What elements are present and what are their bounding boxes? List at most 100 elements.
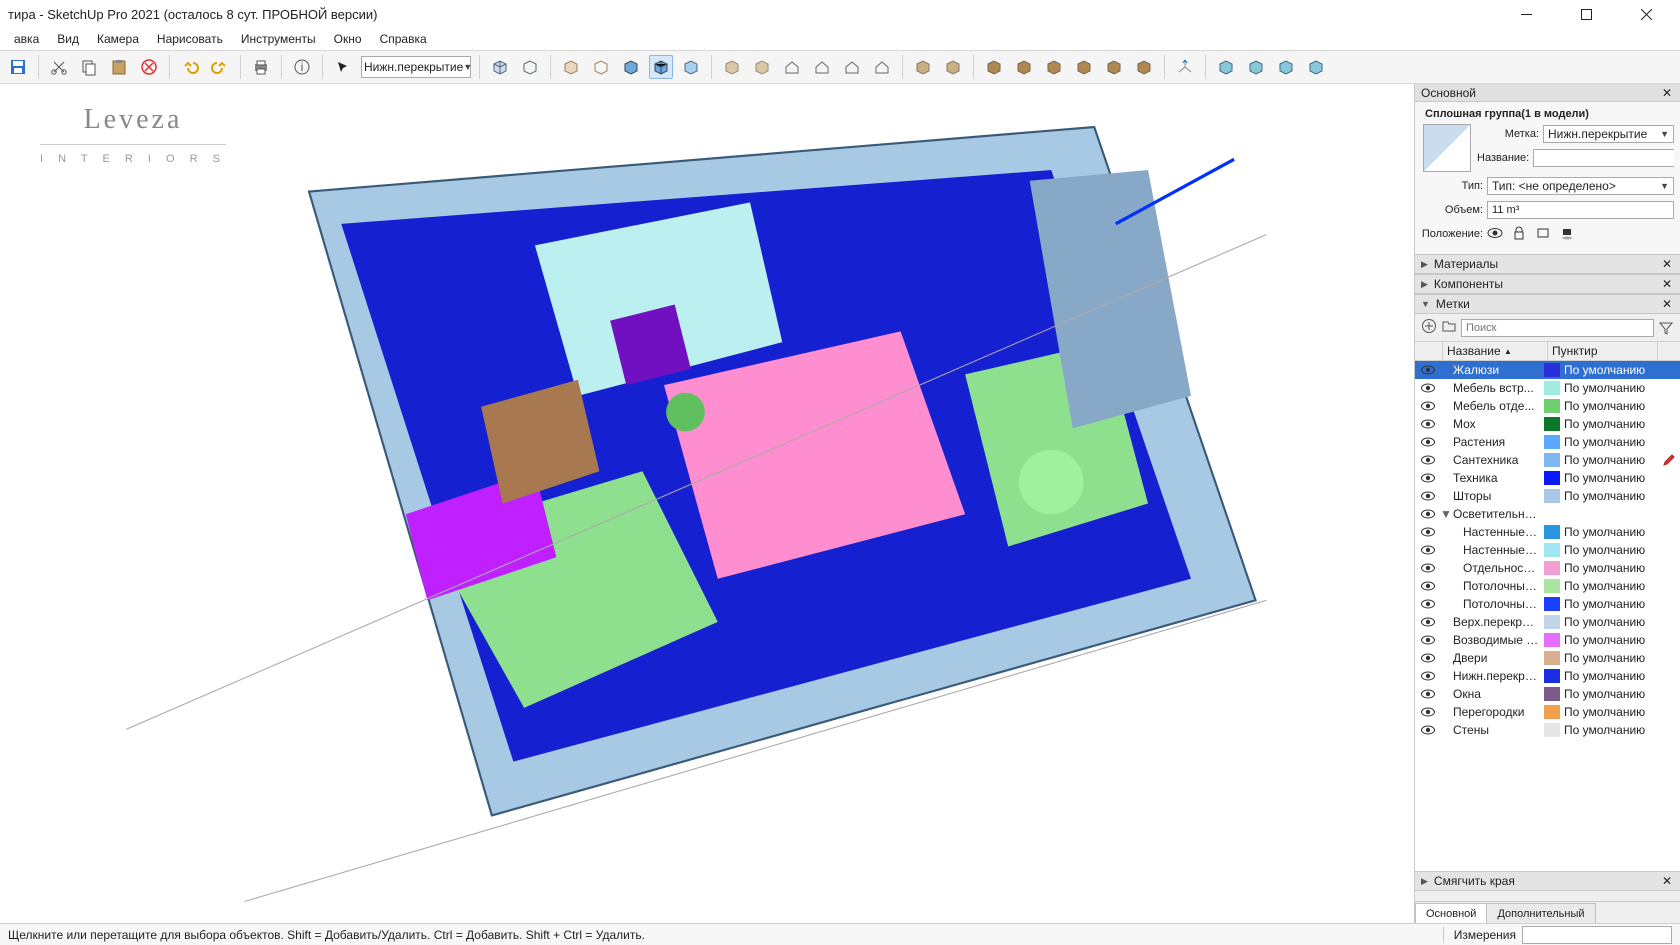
tag-row[interactable]: ПерегородкиПо умолчанию	[1415, 703, 1680, 721]
color-swatch[interactable]	[1544, 597, 1560, 611]
eye-icon[interactable]	[1417, 491, 1439, 501]
section-components[interactable]: ▶Компоненты✕	[1415, 274, 1680, 294]
tag-row[interactable]: Отдельносто...По умолчанию	[1415, 559, 1680, 577]
eye-icon[interactable]	[1417, 419, 1439, 429]
box3d-icon[interactable]	[679, 55, 703, 79]
tags-search-input[interactable]	[1461, 319, 1654, 337]
tag-row[interactable]: СтеныПо умолчанию	[1415, 721, 1680, 739]
box3d-icon[interactable]	[1072, 55, 1096, 79]
color-swatch[interactable]	[1544, 615, 1560, 629]
tag-row[interactable]: Возводимые кон...По умолчанию	[1415, 631, 1680, 649]
eye-icon[interactable]	[1417, 617, 1439, 627]
house-icon[interactable]	[810, 55, 834, 79]
box3d-icon[interactable]	[982, 55, 1006, 79]
tag-row[interactable]: ОкнаПо умолчанию	[1415, 685, 1680, 703]
eye-icon[interactable]	[1417, 653, 1439, 663]
col-dash[interactable]: Пунктир	[1548, 342, 1658, 360]
axes-icon[interactable]	[1173, 55, 1197, 79]
color-swatch[interactable]	[1544, 651, 1560, 665]
close-button[interactable]	[1628, 0, 1664, 28]
tag-row[interactable]: Мебель отде...По умолчанию	[1415, 397, 1680, 415]
color-swatch[interactable]	[1544, 399, 1560, 413]
menu-draw[interactable]: Нарисовать	[149, 30, 231, 48]
color-swatch[interactable]	[1544, 381, 1560, 395]
close-icon[interactable]: ✕	[1660, 257, 1674, 271]
active-layer-dropdown[interactable]: Нижн.перекрытие▼	[361, 56, 471, 78]
color-swatch[interactable]	[1544, 705, 1560, 719]
eye-icon[interactable]	[1417, 401, 1439, 411]
house-icon[interactable]	[870, 55, 894, 79]
tag-row[interactable]: Потолочные ...По умолчанию	[1415, 595, 1680, 613]
tag-row[interactable]: Настенные н...По умолчанию	[1415, 541, 1680, 559]
lock-toggle-icon[interactable]	[1511, 225, 1527, 244]
tag-row[interactable]: СантехникаПо умолчанию	[1415, 451, 1680, 469]
add-folder-icon[interactable]	[1441, 318, 1457, 337]
tag-row[interactable]: ▼Осветительные приборы	[1415, 505, 1680, 523]
eye-icon[interactable]	[1417, 707, 1439, 717]
box3d-icon[interactable]	[1244, 55, 1268, 79]
col-visibility[interactable]	[1415, 342, 1443, 360]
eye-icon[interactable]	[1417, 671, 1439, 681]
box3d-icon[interactable]	[488, 55, 512, 79]
eye-icon[interactable]	[1417, 527, 1439, 537]
select-icon[interactable]	[331, 55, 355, 79]
close-icon[interactable]: ✕	[1660, 86, 1674, 100]
house-icon[interactable]	[780, 55, 804, 79]
color-swatch[interactable]	[1544, 723, 1560, 737]
menu-view[interactable]: Вид	[49, 30, 87, 48]
minimize-button[interactable]	[1508, 0, 1544, 28]
tag-row[interactable]: Верх.перекрытиеПо умолчанию	[1415, 613, 1680, 631]
viewport[interactable]: Leveza I N T E R I O R S	[0, 84, 1414, 923]
tag-row[interactable]: Потолочные ...По умолчанию	[1415, 577, 1680, 595]
eye-icon[interactable]	[1417, 383, 1439, 393]
tag-row[interactable]: ШторыПо умолчанию	[1415, 487, 1680, 505]
box3d-icon[interactable]	[1012, 55, 1036, 79]
color-swatch[interactable]	[1544, 543, 1560, 557]
color-swatch[interactable]	[1544, 579, 1560, 593]
color-swatch[interactable]	[1544, 363, 1560, 377]
expander-icon[interactable]: ▼	[1439, 507, 1453, 521]
box3d-icon[interactable]	[518, 55, 542, 79]
section-soften[interactable]: ▶Смягчить края✕	[1415, 871, 1680, 891]
model-info-icon[interactable]: i	[290, 55, 314, 79]
eye-icon[interactable]	[1417, 563, 1439, 573]
box3d-icon[interactable]	[1042, 55, 1066, 79]
tag-row[interactable]: Нижн.перекрытиеПо умолчанию	[1415, 667, 1680, 685]
tags-list[interactable]: ЖалюзиПо умолчаниюМебель встр...По умолч…	[1415, 361, 1680, 871]
box3d-icon[interactable]	[619, 55, 643, 79]
redo-icon[interactable]	[208, 55, 232, 79]
box3d-icon[interactable]	[649, 55, 673, 79]
menu-help[interactable]: Справка	[372, 30, 435, 48]
box3d-icon[interactable]	[911, 55, 935, 79]
menu-edit[interactable]: авка	[6, 30, 47, 48]
eye-icon[interactable]	[1417, 509, 1439, 519]
close-icon[interactable]: ✕	[1660, 874, 1674, 888]
section-materials[interactable]: ▶Материалы✕	[1415, 254, 1680, 274]
box3d-icon[interactable]	[1132, 55, 1156, 79]
section-tags[interactable]: ▼Метки✕	[1415, 294, 1680, 314]
cast-shadows-icon[interactable]	[1559, 225, 1575, 244]
tag-row[interactable]: МохПо умолчанию	[1415, 415, 1680, 433]
color-swatch[interactable]	[1544, 633, 1560, 647]
color-swatch[interactable]	[1544, 669, 1560, 683]
cut-icon[interactable]	[47, 55, 71, 79]
col-name[interactable]: Название ▲	[1443, 342, 1548, 360]
box3d-icon[interactable]	[1274, 55, 1298, 79]
copy-icon[interactable]	[77, 55, 101, 79]
box3d-icon[interactable]	[1214, 55, 1238, 79]
tag-row[interactable]: ТехникаПо умолчанию	[1415, 469, 1680, 487]
color-swatch[interactable]	[1544, 489, 1560, 503]
save-icon[interactable]	[6, 55, 30, 79]
color-swatch[interactable]	[1544, 417, 1560, 431]
tag-row[interactable]: РастенияПо умолчанию	[1415, 433, 1680, 451]
tag-row[interactable]: ДвериПо умолчанию	[1415, 649, 1680, 667]
eye-icon[interactable]	[1417, 725, 1439, 735]
tag-row[interactable]: ЖалюзиПо умолчанию	[1415, 361, 1680, 379]
undo-icon[interactable]	[178, 55, 202, 79]
house-icon[interactable]	[840, 55, 864, 79]
eye-icon[interactable]	[1417, 689, 1439, 699]
edit-icon[interactable]	[1660, 454, 1678, 466]
tag-row[interactable]: Настенные в...По умолчанию	[1415, 523, 1680, 541]
delete-icon[interactable]	[137, 55, 161, 79]
eye-icon[interactable]	[1417, 545, 1439, 555]
